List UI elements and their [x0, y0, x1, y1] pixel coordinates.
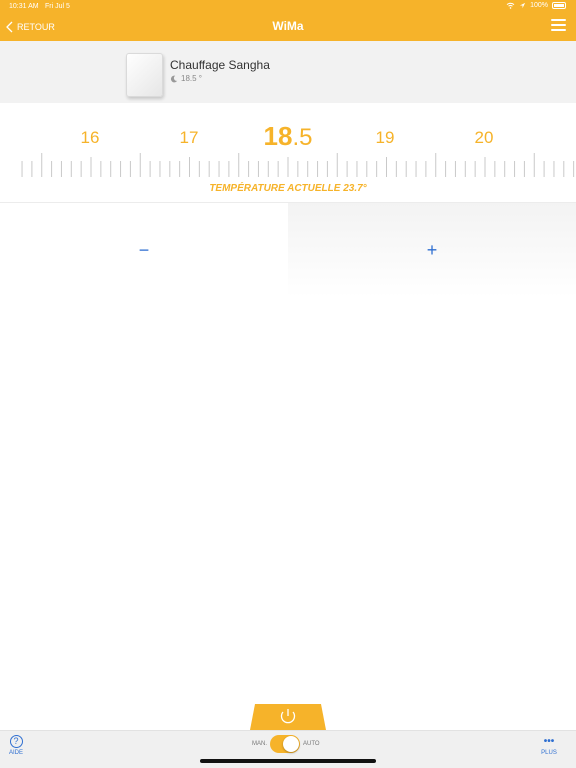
power-button[interactable] [250, 704, 326, 730]
home-indicator [200, 759, 376, 763]
battery-percent: 100% [530, 2, 548, 9]
device-setpoint-value: 18.5 ° [181, 74, 202, 83]
help-icon: ? [9, 735, 23, 748]
more-label: PLUS [541, 750, 557, 756]
heater-thumbnail [126, 53, 163, 97]
wifi-icon [506, 2, 515, 9]
minus-icon: − [138, 240, 150, 260]
ruler-label-20: 20 [475, 128, 494, 147]
app-title: WiMa [272, 19, 304, 33]
ruler-label-19: 19 [376, 128, 395, 147]
plus-icon: + [426, 240, 438, 260]
mode-manual-label: MAN. [252, 741, 267, 747]
device-row[interactable]: Chauffage Sangha 18.5 ° [0, 41, 576, 103]
location-icon [519, 2, 526, 9]
selected-decimal: .5 [292, 124, 312, 151]
increase-temperature-button[interactable]: + [288, 203, 576, 297]
status-time: 10:31 AM [9, 3, 39, 10]
ruler-scale: 16 17 18.5 19 20 [21, 121, 575, 177]
status-indicators: 100% [506, 2, 566, 9]
help-label: AIDE [8, 750, 23, 756]
hamburger-menu-icon[interactable] [551, 19, 566, 33]
more-button[interactable]: ••• PLUS [539, 736, 559, 757]
status-bar: 10:31 AM Fri Jul 5 100% [0, 0, 576, 14]
moon-icon [170, 75, 178, 82]
decrease-temperature-button[interactable]: − [0, 203, 288, 297]
battery-icon [552, 2, 566, 9]
help-button[interactable]: ? AIDE [7, 735, 25, 756]
current-temperature: TEMPÉRATURE ACTUELLE 23.7° [209, 183, 367, 194]
more-icon: ••• [543, 736, 555, 747]
selected-whole: 18 [264, 121, 293, 151]
device-name: Chauffage Sangha [170, 58, 270, 72]
ruler-label-16: 16 [81, 128, 100, 147]
toggle-knob [283, 736, 299, 752]
status-date: Fri Jul 5 [45, 3, 70, 10]
ruler-selected-value: 18.5 [264, 121, 313, 151]
device-setpoint: 18.5 ° [170, 74, 202, 83]
temperature-ruler[interactable]: 16 17 18.5 19 20 TEMPÉRATURE ACTUELLE 23… [0, 103, 576, 203]
header-bar: 10:31 AM Fri Jul 5 100% RETOUR WiMa [0, 0, 576, 41]
ruler-label-17: 17 [180, 128, 199, 147]
app-root: 10:31 AM Fri Jul 5 100% RETOUR WiMa Chau… [0, 0, 576, 768]
mode-toggle[interactable] [270, 735, 300, 753]
mode-auto-label: AUTO [303, 741, 320, 747]
mode-switch: MAN. AUTO [252, 735, 320, 753]
